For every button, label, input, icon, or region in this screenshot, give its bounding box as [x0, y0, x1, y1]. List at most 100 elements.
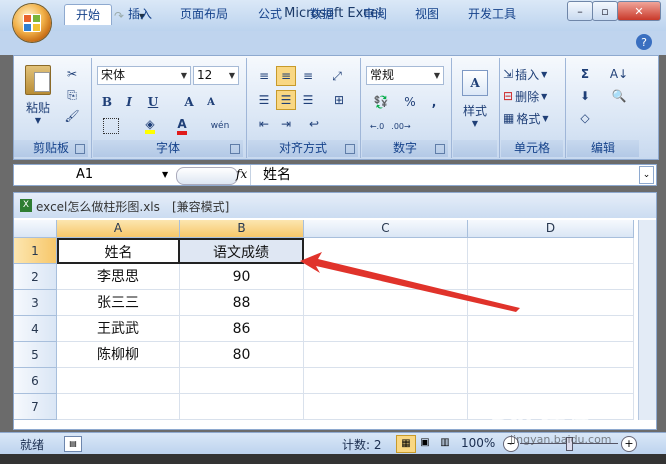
underline-button[interactable]: U: [143, 92, 163, 112]
format-painter-icon[interactable]: 🖌: [62, 106, 82, 126]
increase-decimal-icon[interactable]: ←.0: [366, 116, 388, 136]
tab-formulas[interactable]: 公式: [247, 4, 293, 24]
cell-c2[interactable]: [304, 264, 468, 290]
cell-d4[interactable]: [468, 316, 634, 342]
cell-c7[interactable]: [304, 394, 468, 420]
decrease-indent-icon[interactable]: ⇤: [254, 114, 274, 134]
close-button[interactable]: ✕: [617, 1, 661, 21]
cell-b6[interactable]: [180, 368, 304, 394]
cell-a5[interactable]: 陈柳柳: [57, 342, 180, 368]
normal-view-icon[interactable]: ▦: [396, 435, 416, 453]
merge-center-icon[interactable]: ⊞: [326, 90, 352, 110]
insert-function-button[interactable]: fx: [236, 167, 247, 181]
paste-button[interactable]: 粘贴 ▼: [20, 64, 56, 126]
currency-icon[interactable]: 💱: [366, 92, 396, 112]
align-right-icon[interactable]: ☰: [298, 90, 318, 110]
expand-formula-icon[interactable]: ⌄: [639, 166, 654, 184]
cell-d6[interactable]: [468, 368, 634, 394]
help-icon[interactable]: ?: [636, 34, 652, 50]
align-left-icon[interactable]: ☰: [254, 90, 274, 110]
cell-c3[interactable]: [304, 290, 468, 316]
row-header-7[interactable]: 7: [14, 394, 57, 420]
vertical-scrollbar[interactable]: [638, 220, 656, 420]
sort-filter-icon[interactable]: A↓: [603, 64, 635, 84]
number-launcher-icon[interactable]: [435, 144, 445, 154]
name-box[interactable]: A1: [14, 165, 174, 185]
cell-d5[interactable]: [468, 342, 634, 368]
percent-button[interactable]: %: [400, 92, 420, 112]
cell-c1[interactable]: [304, 238, 468, 264]
cell-a2[interactable]: 李思思: [57, 264, 180, 290]
find-select-icon[interactable]: 🔍: [603, 86, 635, 106]
bold-button[interactable]: B: [97, 92, 117, 112]
cell-a6[interactable]: [57, 368, 180, 394]
phonetic-button[interactable]: wén: [203, 116, 237, 136]
clear-icon[interactable]: ◇: [571, 108, 599, 128]
font-color-button[interactable]: A: [169, 116, 195, 136]
styles-button[interactable]: A 样式 ▼: [457, 64, 493, 134]
format-cells-button[interactable]: ▦ 格式 ▼: [503, 108, 561, 128]
align-middle-icon[interactable]: ≡: [276, 66, 296, 86]
font-name-combo[interactable]: 宋体 ▼: [97, 66, 191, 85]
formula-input[interactable]: 姓名: [263, 165, 291, 185]
zoom-level[interactable]: 100%: [461, 436, 495, 450]
tab-home[interactable]: 开始: [64, 4, 113, 25]
cell-c4[interactable]: [304, 316, 468, 342]
increase-indent-icon[interactable]: ⇥: [276, 114, 296, 134]
wrap-text-icon[interactable]: ↩: [300, 114, 328, 134]
number-format-combo[interactable]: 常规 ▼: [366, 66, 444, 85]
cell-d2[interactable]: [468, 264, 634, 290]
chevron-down-icon[interactable]: ▼: [162, 170, 168, 179]
decrease-decimal-icon[interactable]: .00→: [390, 116, 412, 136]
cell-b1[interactable]: 语文成绩: [180, 238, 304, 264]
comma-button[interactable]: ,: [424, 92, 444, 112]
cell-c6[interactable]: [304, 368, 468, 394]
minimize-button[interactable]: –: [567, 1, 593, 21]
cell-a1[interactable]: 姓名: [57, 238, 180, 264]
cell-b3[interactable]: 88: [180, 290, 304, 316]
restore-button[interactable]: ▫: [592, 1, 618, 21]
cell-b2[interactable]: 90: [180, 264, 304, 290]
delete-cells-button[interactable]: ⊟ 删除 ▼: [503, 86, 561, 106]
column-header-a[interactable]: A: [57, 220, 180, 238]
insert-cells-button[interactable]: ⇲ 插入 ▼: [503, 64, 561, 84]
font-launcher-icon[interactable]: [230, 144, 240, 154]
row-header-4[interactable]: 4: [14, 316, 57, 342]
italic-button[interactable]: I: [119, 92, 139, 112]
copy-icon[interactable]: ⎘: [62, 85, 82, 105]
cell-c5[interactable]: [304, 342, 468, 368]
fill-icon[interactable]: ⬇: [571, 86, 599, 106]
row-header-5[interactable]: 5: [14, 342, 57, 368]
zoom-in-icon[interactable]: +: [621, 436, 637, 452]
clipboard-launcher-icon[interactable]: [75, 144, 85, 154]
row-header-3[interactable]: 3: [14, 290, 57, 316]
shrink-font-button[interactable]: A: [201, 92, 221, 112]
tab-data[interactable]: 数据: [299, 4, 345, 24]
tab-page-layout[interactable]: 页面布局: [169, 4, 239, 24]
cell-b4[interactable]: 86: [180, 316, 304, 342]
alignment-launcher-icon[interactable]: [345, 144, 355, 154]
cell-d1[interactable]: [468, 238, 634, 264]
office-button[interactable]: [13, 4, 51, 42]
align-top-icon[interactable]: ≡: [254, 66, 274, 86]
column-header-b[interactable]: B: [180, 220, 304, 238]
row-header-6[interactable]: 6: [14, 368, 57, 394]
select-all-corner[interactable]: [14, 220, 57, 238]
cell-d3[interactable]: [468, 290, 634, 316]
tab-developer[interactable]: 开发工具: [457, 4, 527, 24]
cell-b7[interactable]: [180, 394, 304, 420]
formula-bar-splitter[interactable]: [176, 167, 238, 185]
orientation-icon[interactable]: ⤢: [326, 66, 348, 86]
tab-review[interactable]: 审阅: [352, 4, 398, 24]
cell-a4[interactable]: 王武武: [57, 316, 180, 342]
grow-font-button[interactable]: A: [179, 92, 199, 112]
tab-insert[interactable]: 插入: [117, 4, 163, 24]
row-header-1[interactable]: 1: [14, 238, 57, 264]
cell-a7[interactable]: [57, 394, 180, 420]
cut-icon[interactable]: ✂: [62, 64, 82, 84]
align-bottom-icon[interactable]: ≡: [298, 66, 318, 86]
border-button[interactable]: [97, 116, 125, 136]
page-break-view-icon[interactable]: ▥: [436, 435, 454, 451]
autosum-button[interactable]: Σ: [571, 64, 599, 84]
macro-record-icon[interactable]: ▤: [64, 436, 82, 452]
